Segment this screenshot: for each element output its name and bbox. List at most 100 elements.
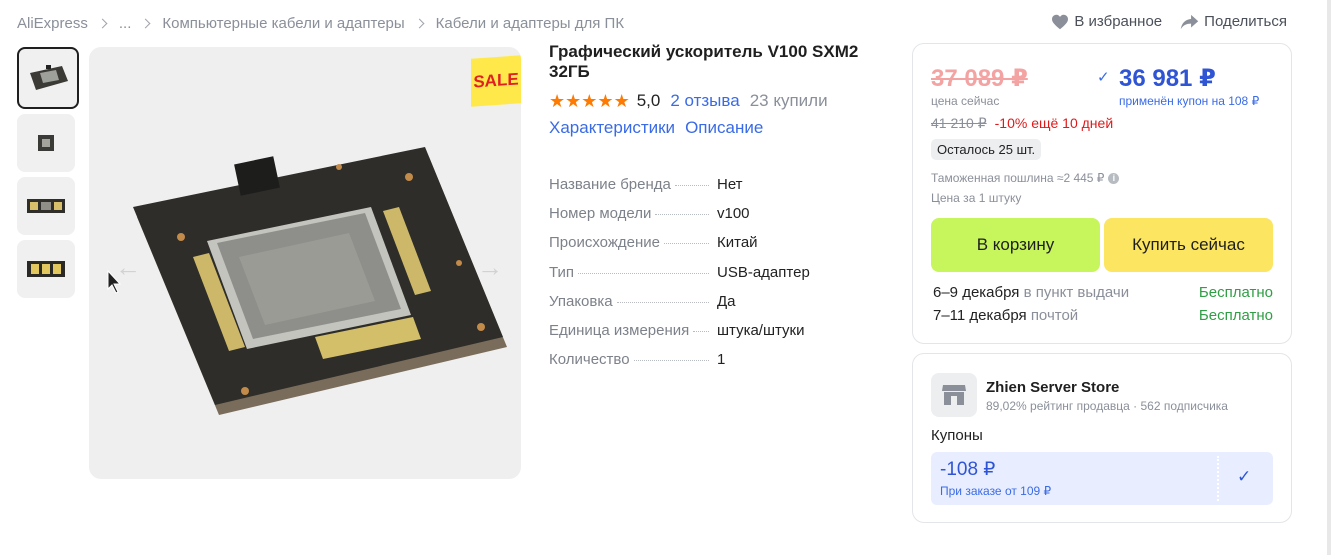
add-to-cart-button[interactable]: В корзину: [931, 218, 1100, 272]
store-icon[interactable]: [931, 373, 977, 417]
thumbnail-3[interactable]: [17, 177, 75, 235]
chevron-right-icon: [97, 18, 108, 28]
spec-value: v100: [717, 205, 750, 223]
buy-now-button[interactable]: Купить сейчас: [1104, 218, 1273, 272]
spec-row: Название бренда Нет: [549, 176, 889, 205]
spec-name: Происхождение: [549, 234, 660, 252]
gpu-board-image: [133, 147, 507, 415]
breadcrumb-pc-cables[interactable]: Кабели и адаптеры для ПК: [436, 15, 624, 32]
spec-value: штука/штуки: [717, 321, 805, 339]
spec-name: Тип: [549, 263, 575, 281]
share-button[interactable]: Поделиться: [1180, 13, 1287, 30]
spec-row: Тип USB-адаптер: [549, 264, 889, 293]
breadcrumb: AliExpress ... Компьютерные кабели и ада…: [17, 13, 624, 33]
favorite-button[interactable]: В избранное: [1051, 13, 1162, 30]
shipping-cost: Бесплатно: [1198, 284, 1273, 301]
spec-row: Номер модели v100: [549, 205, 889, 234]
thumbnail-4[interactable]: [17, 240, 75, 298]
breadcrumb-home[interactable]: AliExpress: [17, 15, 88, 32]
thumbnail-1[interactable]: [17, 47, 79, 109]
discount-note: -10% ещё 10 дней: [994, 115, 1114, 131]
original-price: 41 210 ₽: [931, 115, 987, 131]
shipping-method: почтой: [1030, 307, 1079, 324]
spec-name: Номер модели: [549, 205, 652, 223]
coupon-amount: -108 ₽: [940, 459, 996, 480]
info-links: Характеристики Описание: [549, 118, 889, 138]
product-info: Графический ускоритель V100 SXM2 32ГБ ★ …: [549, 42, 889, 380]
spec-name: Упаковка: [549, 292, 613, 310]
store-subscribers: 562 подписчика: [1140, 399, 1228, 413]
top-actions: В избранное Поделиться: [1033, 13, 1287, 30]
spec-row: Упаковка Да: [549, 293, 889, 322]
current-price-label: цена сейчас: [931, 94, 1000, 108]
thumbnail-list: [17, 47, 79, 303]
spec-row: Количество 1: [549, 351, 889, 380]
star-icon: ★: [549, 91, 566, 111]
sale-badge: SALE: [471, 55, 521, 107]
spec-value: USB-адаптер: [717, 263, 810, 281]
favorite-label: В избранное: [1074, 13, 1163, 30]
spec-row: Происхождение Китай: [549, 234, 889, 263]
coupon-condition: При заказе от 109 ₽: [940, 484, 1052, 498]
coupon-price: 36 981 ₽: [1119, 65, 1216, 92]
store-meta: 89,02% рейтинг продавца · 562 подписчика: [986, 399, 1228, 413]
mouse-cursor-icon: [107, 270, 122, 294]
shipping-dates: 6–9 декабря: [933, 284, 1020, 301]
product-title: Графический ускоритель V100 SXM2 32ГБ: [549, 42, 859, 81]
gpu-thumbnail-image: [38, 135, 54, 151]
gpu-thumbnail-image: [30, 65, 68, 90]
spec-list: Название бренда Нет Номер модели v100 Прои…: [549, 176, 889, 380]
price-card: 37 089 ₽ цена сейчас ✓ 36 981 ₽ применён…: [912, 43, 1292, 344]
gpu-thumbnail-image: [27, 261, 65, 277]
original-price-line: 41 210 ₽ -10% ещё 10 дней: [931, 115, 1113, 132]
spec-value: 1: [717, 351, 726, 369]
star-icon: ★: [565, 91, 582, 111]
breadcrumb-ellipsis[interactable]: ...: [119, 15, 132, 32]
shipping-option: 6–9 декабря в пункт выдачи Бесплатно: [933, 284, 1273, 301]
old-price: 37 089 ₽: [931, 65, 1028, 92]
share-icon: [1180, 14, 1199, 29]
rating-value: 5,0: [636, 91, 661, 110]
shipping-method: в пункт выдачи: [1023, 284, 1130, 301]
per-unit-note: Цена за 1 штуку: [931, 191, 1022, 205]
share-label: Поделиться: [1204, 13, 1287, 30]
description-link[interactable]: Описание: [685, 118, 763, 138]
spec-name: Количество: [549, 351, 630, 369]
chevron-right-icon: [140, 18, 151, 28]
shipping-option: 7–11 декабря почтой Бесплатно: [933, 307, 1273, 324]
store-name[interactable]: Zhien Server Store: [986, 379, 1119, 396]
star-icon: ★: [597, 91, 614, 111]
reviews-link[interactable]: 2 отзыва: [670, 91, 739, 111]
spec-name: Название бренда: [549, 176, 671, 193]
store-rating: 89,02% рейтинг продавца: [986, 399, 1130, 413]
coupons-label: Купоны: [931, 427, 983, 444]
coupon-divider: [1217, 456, 1219, 501]
thumbnail-2[interactable]: [17, 114, 75, 172]
check-icon: ✓: [1097, 69, 1110, 86]
stock-badge: Осталось 25 шт.: [931, 139, 1042, 160]
info-icon[interactable]: i: [1108, 172, 1120, 184]
customs-duty: Таможенная пошлина ≈2 445 ₽ i: [931, 171, 1120, 185]
spec-value: Китай: [717, 234, 758, 252]
chevron-right-icon: [414, 18, 425, 28]
coupon-card[interactable]: -108 ₽ При заказе от 109 ₽ ✓: [931, 452, 1273, 505]
heart-icon: [1052, 14, 1069, 29]
next-image-arrow-icon[interactable]: →: [477, 252, 503, 283]
scrollbar[interactable]: [1327, 0, 1331, 555]
spec-value: Да: [717, 292, 736, 310]
star-icon: ★: [613, 91, 630, 111]
spec-row: Единица измерения штука/штуки: [549, 322, 889, 351]
main-product-image[interactable]: SALE ← →: [89, 47, 521, 479]
rating-row: ★ ★ ★ ★ ★ 5,0 2 отзыва 23 купили: [549, 91, 889, 111]
specs-link[interactable]: Характеристики: [549, 118, 675, 138]
spec-name: Единица измерения: [549, 321, 690, 339]
breadcrumb-computer-cables[interactable]: Компьютерные кабели и адаптеры: [162, 15, 404, 32]
coupon-applied-note: применён купон на 108 ₽: [1119, 94, 1260, 108]
store-card: Zhien Server Store 89,02% рейтинг продав…: [912, 353, 1292, 523]
star-icon: ★: [581, 91, 598, 111]
customs-duty-text: Таможенная пошлина ≈2 445 ₽: [931, 171, 1105, 185]
shipping-cost: Бесплатно: [1198, 307, 1273, 324]
check-icon: ✓: [1237, 467, 1252, 486]
gpu-thumbnail-image: [27, 199, 65, 213]
shipping-dates: 7–11 декабря: [933, 307, 1027, 324]
